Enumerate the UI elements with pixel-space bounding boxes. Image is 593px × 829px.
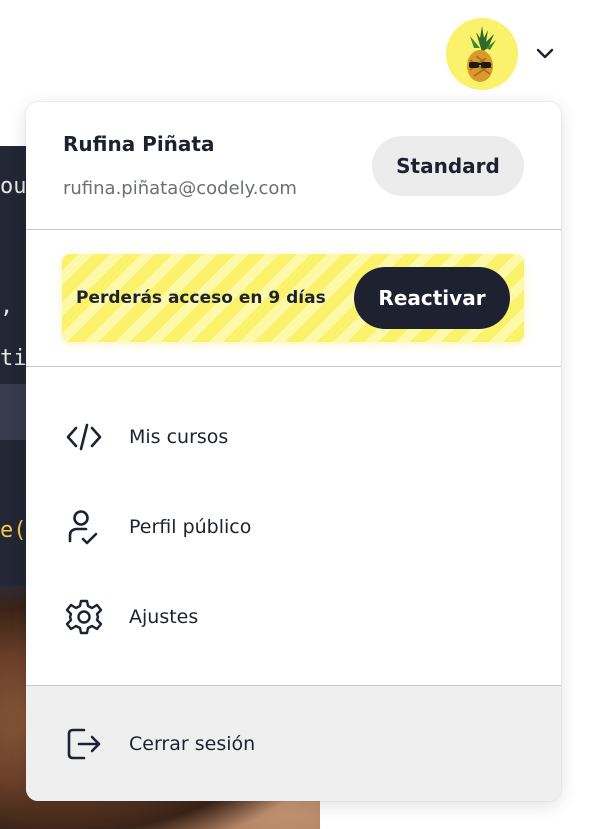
account-dropdown: Rufina Piñata rufina.piñata@codely.com S…: [26, 102, 561, 801]
user-name: Rufina Piñata: [63, 132, 215, 156]
chevron-down-icon: [536, 48, 554, 59]
plan-badge: Standard: [372, 136, 524, 196]
gear-icon: [65, 599, 103, 635]
menu-item-settings[interactable]: Ajustes: [26, 582, 561, 652]
menu-item-public-profile[interactable]: Perfil público: [26, 492, 561, 562]
menu-item-label: Ajustes: [129, 606, 199, 628]
code-line: ,: [0, 294, 14, 319]
logout-button[interactable]: Cerrar sesión: [26, 709, 561, 779]
code-line: e(: [0, 518, 27, 543]
logout-label: Cerrar sesión: [129, 733, 256, 755]
user-email: rufina.piñata@codely.com: [63, 178, 297, 199]
divider: [26, 229, 561, 230]
pineapple-avatar: [446, 18, 518, 90]
reactivation-banner: Perderás acceso en 9 días Reactivar: [62, 254, 524, 342]
access-expiry-text: Perderás acceso en 9 días: [76, 288, 326, 308]
menu-item-my-courses[interactable]: Mis cursos: [26, 402, 561, 472]
logout-icon: [67, 728, 101, 760]
menu-item-label: Perfil público: [129, 516, 252, 538]
account-menu-toggle[interactable]: [533, 42, 557, 66]
menu-item-label: Mis cursos: [129, 426, 229, 448]
user-avatar[interactable]: [446, 18, 518, 90]
code-icon: [66, 423, 102, 451]
code-line: ou: [0, 174, 27, 199]
code-line: ti: [0, 346, 27, 371]
reactivate-button[interactable]: Reactivar: [354, 267, 510, 329]
user-check-icon: [68, 510, 98, 545]
divider: [26, 366, 561, 367]
